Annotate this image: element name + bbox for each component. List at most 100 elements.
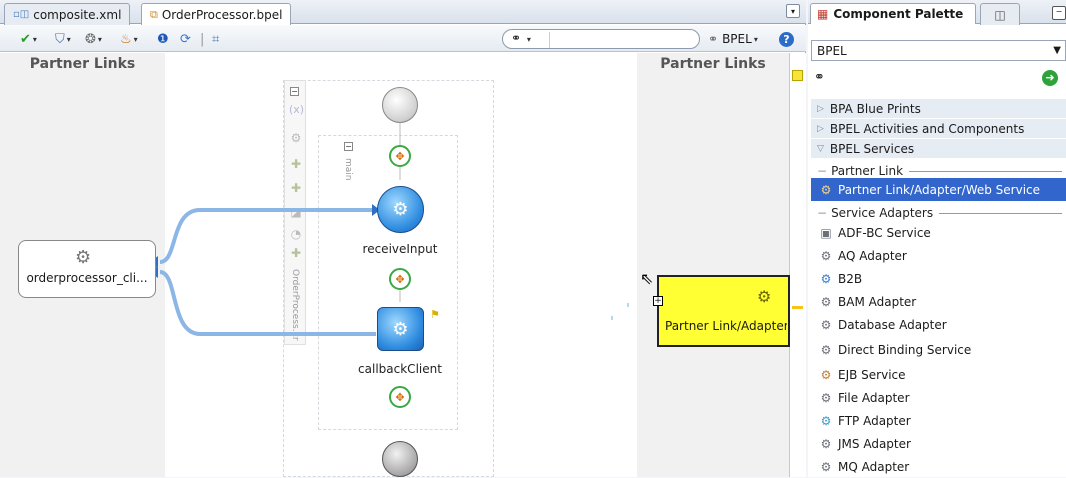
right-partner-links-lane[interactable]: Partner Links [637,53,789,477]
bookmark-icon: ⛉ [55,31,65,47]
connector-icon: ✥ [395,272,405,286]
compensation-icon[interactable]: ◪ [289,205,303,219]
correlation-sets-icon[interactable]: ⚙ [289,131,303,145]
fault-handlers-icon[interactable]: ✚ [289,181,303,195]
palette-item-database-adapter[interactable]: ⚙ Database Adapter [811,313,1066,336]
receive-activity[interactable]: ⚙ [377,186,424,233]
section-label: BPEL Services [829,141,915,156]
palette-item-aq-adapter[interactable]: ⚙ AQ Adapter [811,244,1066,267]
tab-composite-xml[interactable]: ▫◫ composite.xml [4,3,131,25]
gear-icon: ⚙ [392,199,409,220]
end-node[interactable] [382,441,418,477]
validate-button[interactable]: ✔ ▾ [20,30,37,48]
event-handlers-icon[interactable]: ✚ [289,157,303,171]
bookmark-button[interactable]: ⛉ ▾ [55,30,71,48]
chevron-right-icon: ▷ [817,123,824,134]
group-label: Partner Link [831,164,904,178]
direct-binding-icon: ⚙ [820,342,832,357]
help-button[interactable]: ? [779,30,794,48]
flow-connector-2[interactable]: ✥ [389,268,411,290]
partner-link-label: orderprocessor_cli... [26,271,148,285]
palette-item-direct-binding[interactable]: ⚙ Direct Binding Service [811,338,1066,361]
file-adapter-icon: ⚙ [820,390,832,405]
ftp-adapter-icon: ⚙ [820,413,832,428]
binoculars-icon[interactable]: ⚭ [814,70,825,85]
component-palette: ▦ Component Palette ◫ − BPEL ▼ ⚭ ➜ ▷ BPA… [808,0,1066,477]
info-circle-icon: ❶ [157,31,169,47]
variables-icon[interactable]: (x) [289,103,304,117]
group-label: Service Adapters [831,206,934,220]
palette-item-mq-adapter[interactable]: ⚙ MQ Adapter [811,455,1066,478]
gear-icon: ⚙ [757,287,772,306]
lane-title: Partner Links [29,56,136,72]
palette-item-file-adapter[interactable]: ⚙ File Adapter [811,386,1066,409]
format-button[interactable]: ❂ ▾ [85,30,102,48]
process-side-toolbar: − (x) ⚙ ✚ ✚ ◪ ◔ ✚ OrderProcess.xr [284,80,306,345]
palette-item-partner-link[interactable]: ⚙ Partner Link/Adapter/Web Service [811,178,1066,201]
help-icon: ? [779,31,794,47]
section-bpel-services[interactable]: ▽ BPEL Services [811,139,1066,159]
bpel-process-icon: ⧉ [150,8,158,21]
b2b-icon: ⚙ [820,271,832,286]
tab-resource-palette[interactable]: ◫ [980,3,1020,25]
connector-icon: ✥ [395,390,405,404]
jms-adapter-icon: ⚙ [820,436,832,451]
drop-preview-label: Partner Link/Adapter/Web Service [665,319,787,333]
composite-file-icon: ▫◫ [13,9,30,20]
message-exchange-icon[interactable]: ✚ [289,246,303,260]
mouse-cursor-icon: ⇖ [640,269,654,288]
editor-toolbar: ✔ ▾ ⛉ ▾ ❂ ▾ ♨ ▾ ❶ ⟳ | ⌗ ⚭ ▾ ⚭ BPEL ▾ ? [0,25,806,52]
go-button[interactable]: ➜ [1042,70,1058,86]
minimize-button[interactable]: − [1052,6,1066,20]
item-label: Direct Binding Service [838,342,972,357]
chevron-right-icon: ▷ [817,103,824,114]
tab-label: OrderProcessor.bpel [161,8,283,22]
tab-label: composite.xml [33,7,122,22]
arrow-right-icon: ➜ [1045,71,1055,84]
refresh-icon: ⟳ [180,31,191,47]
search-input[interactable] [549,32,702,48]
bpel-menu-label: BPEL [722,32,752,46]
item-label: MQ Adapter [838,459,910,474]
item-label: B2B [838,271,863,286]
tab-component-palette[interactable]: ▦ Component Palette [810,3,976,24]
partner-link-drop-preview[interactable]: ⚙ Partner Link/Adapter/Web Service [657,275,790,347]
deploy-button[interactable]: ♨ ▾ [120,30,138,48]
deploy-icon: ♨ [120,31,132,47]
item-label: Database Adapter [838,317,947,332]
gear-icon: ⚙ [75,247,92,268]
palette-item-ftp-adapter[interactable]: ⚙ FTP Adapter [811,409,1066,432]
position-marker [792,306,803,309]
flow-connector-1[interactable]: ✥ [389,145,411,167]
collapse-process-button[interactable]: − [290,87,299,96]
tab-list-dropdown-button[interactable]: ▾ [786,4,800,18]
layout-button[interactable]: ⌗ [212,30,219,48]
item-label: AQ Adapter [838,248,907,263]
palette-item-b2b[interactable]: ⚙ B2B [811,267,1066,290]
gear-icon: ⚙ [820,182,832,197]
invoke-activity[interactable]: ⚙ [377,307,424,351]
termination-icon[interactable]: ◔ [289,227,303,241]
start-node[interactable] [382,87,418,123]
binoculars-icon[interactable]: ⚭ ▾ [511,31,531,45]
section-bpa-blue-prints[interactable]: ▷ BPA Blue Prints [811,99,1066,119]
section-label: BPEL Activities and Components [829,121,1025,136]
palette-item-adf-bc-service[interactable]: ▣ ADF-BC Service [811,221,1066,244]
palette-item-jms-adapter[interactable]: ⚙ JMS Adapter [811,432,1066,455]
palette-item-ejb-service[interactable]: ⚙ EJB Service [811,363,1066,386]
warning-marker[interactable] [792,70,803,81]
tab-orderprocessor-bpel[interactable]: ⧉ OrderProcessor.bpel [141,3,292,26]
refresh-button[interactable]: ⟳ [180,30,191,48]
info-button[interactable]: ❶ [157,30,169,48]
layout-icon: ⌗ [212,31,220,47]
chevron-down-icon: ▼ [1053,45,1061,56]
flow-connector-3[interactable]: ✥ [389,386,411,408]
main-sequence-scope [318,135,458,430]
palette-item-bam-adapter[interactable]: ⚙ BAM Adapter [811,290,1066,313]
item-label: EJB Service [838,367,906,382]
section-bpel-activities[interactable]: ▷ BPEL Activities and Components [811,119,1066,139]
partner-link-client[interactable]: ⚙ orderprocessor_cli... [18,240,156,298]
collapse-main-button[interactable]: − [344,142,353,151]
bpel-menu-button[interactable]: ⚭ BPEL ▾ [708,30,758,48]
palette-category-select[interactable]: BPEL ▼ [811,40,1066,61]
